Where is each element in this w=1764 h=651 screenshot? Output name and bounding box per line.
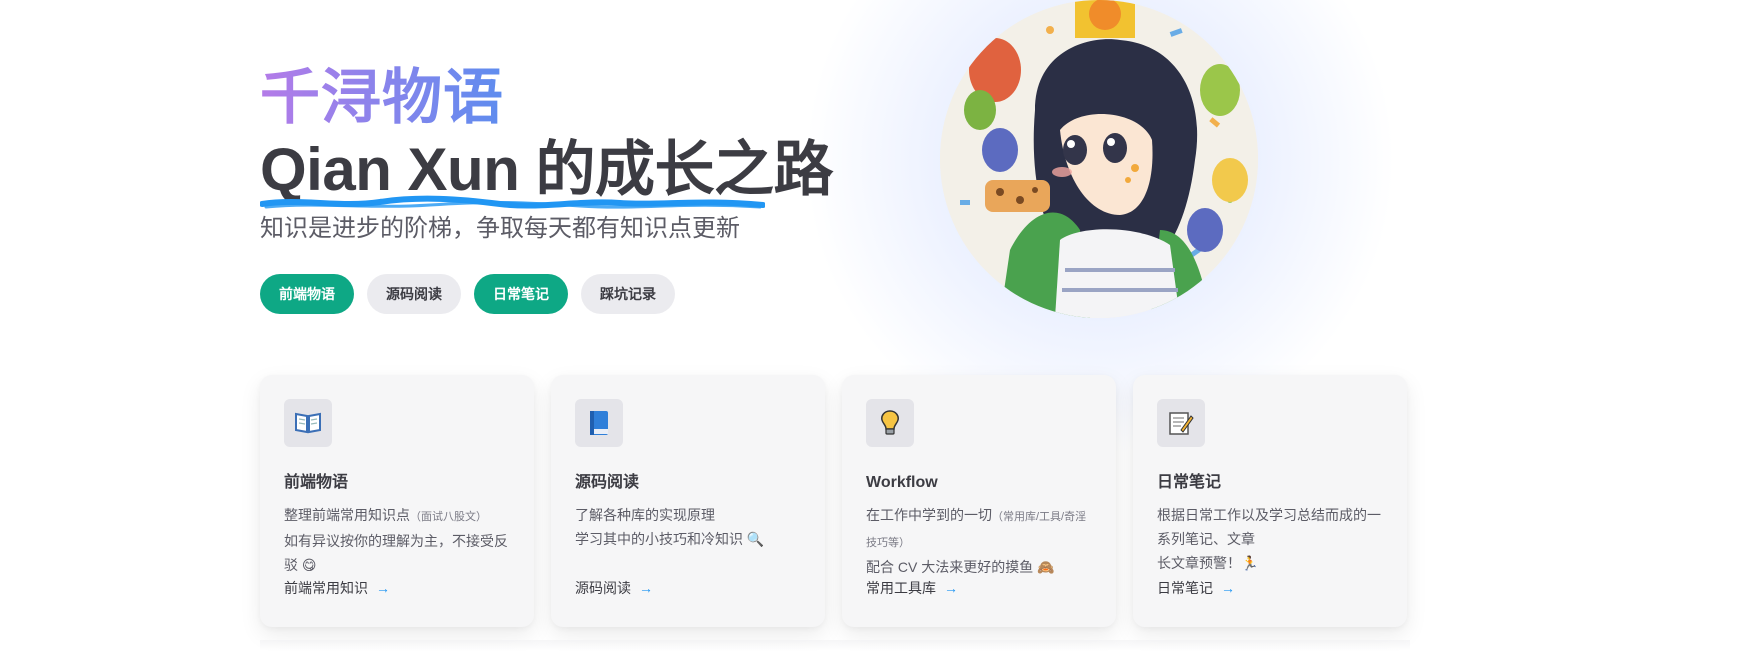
- feature-details-note: （面试八股文）: [410, 511, 487, 523]
- hero-actions: 前端物语 源码阅读 日常笔记 踩坑记录: [260, 274, 820, 314]
- feature-title: Workflow: [866, 474, 938, 491]
- action-source-reading-button[interactable]: 源码阅读: [367, 274, 461, 314]
- feature-link-label: 前端常用知识: [284, 580, 368, 596]
- feature-link-label: 日常笔记: [1157, 580, 1213, 596]
- hero: 千浔物语 Qian Xun 的成长之路 知识是进步的阶梯，争取每天都有知识点更新…: [260, 62, 834, 314]
- feature-details-line2: 如有异议按你的理解为主，不接受反驳 😋: [284, 533, 508, 573]
- feature-details-line1: 在工作中学到的一切: [866, 507, 992, 523]
- feature-link[interactable]: 日常笔记 →: [1157, 578, 1235, 598]
- hero-name: 千浔物语: [260, 62, 820, 134]
- feature-card-daily-notes[interactable]: 日常笔记 根据日常工作以及学习总结而成的一系列笔记、文章 长文章预警！🏃 日常笔…: [1133, 375, 1407, 627]
- feature-details-line2: 学习其中的小技巧和冷知识 🔍: [575, 531, 765, 547]
- feature-details-line2: 长文章预警！🏃: [1157, 555, 1259, 571]
- feature-details-line1: 根据日常工作以及学习总结而成的一系列笔记、文章: [1157, 507, 1381, 547]
- feature-details-line1: 整理前端常用知识点: [284, 507, 410, 523]
- arrow-right-icon: →: [1221, 580, 1235, 596]
- feature-link-label: 常用工具库: [866, 580, 936, 596]
- feature-title: 日常笔记: [1157, 474, 1222, 491]
- feature-details: 整理前端常用知识点（面试八股文） 如有异议按你的理解为主，不接受反驳 😋: [284, 503, 510, 577]
- scribble-underline: [260, 195, 765, 209]
- hero-title-wrap: Qian Xun 的成长之路: [260, 134, 834, 209]
- home-page: 千浔物语 Qian Xun 的成长之路 知识是进步的阶梯，争取每天都有知识点更新…: [0, 0, 1764, 651]
- memo-icon: [1157, 399, 1205, 447]
- open-book-icon: [284, 399, 332, 447]
- features: 前端物语 整理前端常用知识点（面试八股文） 如有异议按你的理解为主，不接受反驳 …: [260, 375, 1407, 627]
- feature-details-line2: 配合 CV 大法来更好的摸鱼 🙈: [866, 559, 1055, 575]
- light-bulb-icon: [866, 399, 914, 447]
- feature-details: 了解各种库的实现原理 学习其中的小技巧和冷知识 🔍: [575, 503, 801, 551]
- arrow-right-icon: →: [944, 580, 958, 596]
- feature-details-line1: 了解各种库的实现原理: [575, 507, 715, 523]
- next-row-cards-edge: [260, 640, 1410, 651]
- feature-card-source[interactable]: 源码阅读 了解各种库的实现原理 学习其中的小技巧和冷知识 🔍 源码阅读 →: [551, 375, 825, 627]
- feature-title: 源码阅读: [575, 474, 640, 491]
- feature-title: 前端物语: [284, 474, 349, 491]
- action-pitfall-records-button[interactable]: 踩坑记录: [581, 274, 675, 314]
- blue-book-icon: [575, 399, 623, 447]
- feature-card-frontend[interactable]: 前端物语 整理前端常用知识点（面试八股文） 如有异议按你的理解为主，不接受反驳 …: [260, 375, 534, 627]
- feature-link[interactable]: 常用工具库 →: [866, 578, 958, 598]
- hero-avatar-image: [940, 0, 1258, 318]
- feature-details: 根据日常工作以及学习总结而成的一系列笔记、文章 长文章预警！🏃: [1157, 503, 1383, 575]
- action-daily-notes-button[interactable]: 日常笔记: [474, 274, 568, 314]
- feature-link-label: 源码阅读: [575, 580, 631, 596]
- hero-tagline: 知识是进步的阶梯，争取每天都有知识点更新: [260, 215, 740, 242]
- feature-card-workflow[interactable]: Workflow 在工作中学到的一切（常用库/工具/奇淫技巧等） 配合 CV 大…: [842, 375, 1116, 627]
- arrow-right-icon: →: [376, 580, 390, 596]
- feature-details: 在工作中学到的一切（常用库/工具/奇淫技巧等） 配合 CV 大法来更好的摸鱼 🙈: [866, 503, 1092, 579]
- arrow-right-icon: →: [639, 580, 653, 596]
- feature-link[interactable]: 前端常用知识 →: [284, 578, 390, 598]
- feature-link[interactable]: 源码阅读 →: [575, 578, 653, 598]
- action-frontend-button[interactable]: 前端物语: [260, 274, 354, 314]
